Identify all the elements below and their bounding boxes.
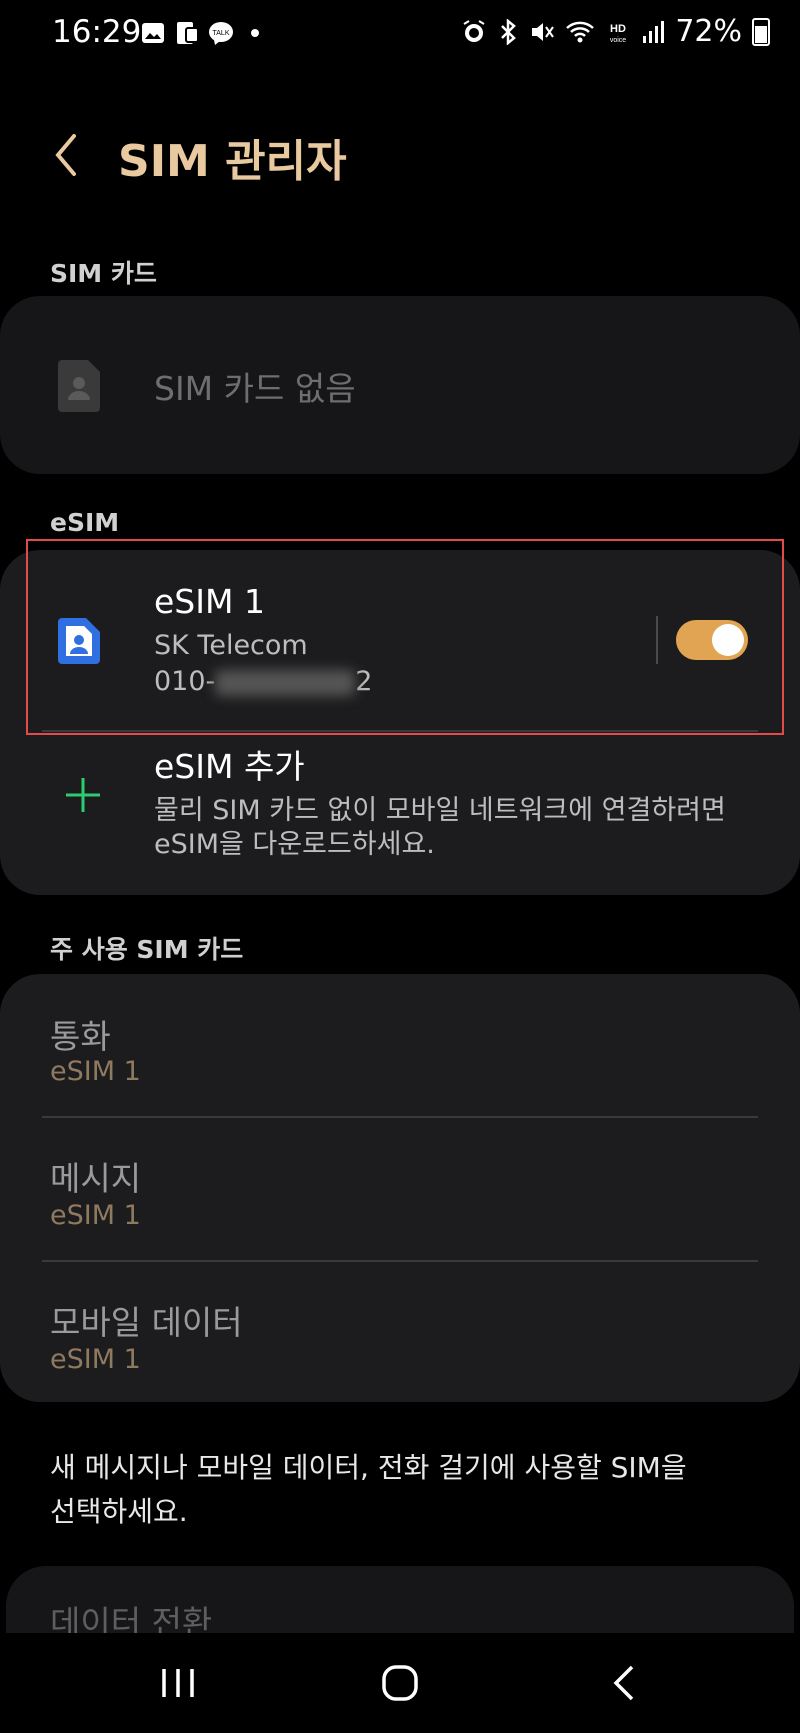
alarm-icon [463,19,485,42]
status-right: HD voice 72% [461,14,770,49]
primary-data-row[interactable]: 모바일 데이터 eSIM 1 [0,1262,800,1402]
svg-text:voice: voice [610,37,626,44]
sim-card-empty-text: SIM 카드 없음 [154,369,356,408]
back-nav-icon[interactable] [610,1663,640,1703]
sim-card-empty-row: SIM 카드 없음 [0,296,800,474]
dot-icon [251,29,259,37]
signal-icon [643,20,665,43]
primary-calls-value: eSIM 1 [50,1056,141,1087]
footer-note-line1: 새 메시지나 모바일 데이터, 전화 걸기에 사용할 SIM을 [50,1451,687,1484]
battery-percent: 72% [675,14,742,49]
plus-icon [66,778,100,812]
svg-text:TALK: TALK [213,30,230,37]
sim-card-icon [177,22,199,44]
footer-note: 새 메시지나 모바일 데이터, 전화 걸기에 사용할 SIM을 선택하세요. [50,1446,687,1534]
status-time: 16:29 [52,14,142,50]
primary-sim-card: 통화 eSIM 1 메시지 eSIM 1 모바일 데이터 eSIM 1 [0,974,800,1402]
status-left-icons: TALK [140,20,268,46]
highlight-box [26,539,784,735]
gallery-icon [142,23,164,43]
add-esim-title: eSIM 추가 [154,747,305,786]
navigation-bar [0,1633,800,1733]
add-esim-row[interactable]: eSIM 추가 물리 SIM 카드 없이 모바일 네트워크에 연결하려면 eSI… [0,732,800,895]
sim-card-section-label: SIM 카드 [50,259,157,288]
primary-data-title: 모바일 데이터 [50,1303,243,1342]
footer-note-line2: 선택하세요. [50,1495,188,1528]
primary-messages-title: 메시지 [50,1159,142,1198]
sim-placeholder-icon [58,360,100,412]
hd-voice-icon: HD voice [610,23,626,44]
back-button[interactable] [48,130,88,180]
talk-icon: TALK [209,22,233,45]
recent-apps-icon[interactable] [158,1665,198,1701]
add-esim-desc-line2: eSIM을 다운로드하세요. [154,829,435,860]
primary-data-value: eSIM 1 [50,1344,141,1375]
primary-calls-row[interactable]: 통화 eSIM 1 [0,974,800,1116]
primary-messages-value: eSIM 1 [50,1200,141,1231]
primary-sim-section-label: 주 사용 SIM 카드 [50,935,244,964]
battery-icon [752,17,770,46]
esim-section-label: eSIM [50,508,120,537]
primary-calls-title: 통화 [50,1017,111,1056]
primary-messages-row[interactable]: 메시지 eSIM 1 [0,1118,800,1260]
mute-icon [532,22,555,41]
bluetooth-icon [501,18,517,45]
svg-text:HD: HD [610,23,626,35]
home-icon[interactable] [380,1663,420,1703]
page-title: SIM 관리자 [118,136,347,187]
wifi-icon [566,21,595,42]
